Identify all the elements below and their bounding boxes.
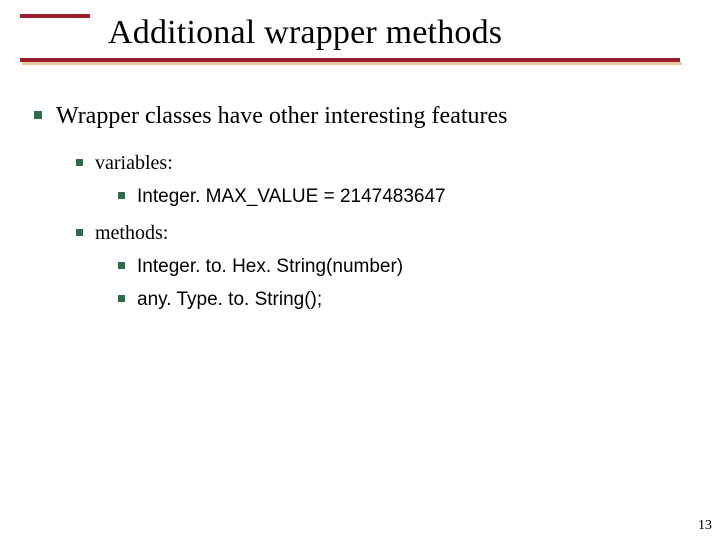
page-number: 13: [698, 518, 712, 534]
bullet-text: methods:: [95, 222, 168, 244]
title-underline-shadow: [22, 62, 682, 65]
bullet-level1: Wrapper classes have other interesting f…: [34, 100, 690, 132]
bullet-text: variables:: [95, 152, 173, 174]
bullet-level3: Integer. MAX_VALUE = 2147483647: [118, 183, 690, 210]
bullet-level3: any. Type. to. String();: [118, 286, 690, 313]
slide-body: Wrapper classes have other interesting f…: [34, 100, 690, 313]
slide-title: Additional wrapper methods: [108, 14, 502, 52]
accent-bar-top: [20, 14, 90, 18]
square-bullet-icon: [118, 295, 125, 302]
bullet-text: Integer. MAX_VALUE = 2147483647: [137, 186, 446, 207]
bullet-level3: Integer. to. Hex. String(number): [118, 253, 690, 280]
square-bullet-icon: [76, 159, 83, 166]
bullet-level2: variables:: [76, 150, 690, 177]
bullet-text: Wrapper classes have other interesting f…: [56, 103, 508, 129]
square-bullet-icon: [76, 229, 83, 236]
square-bullet-icon: [34, 111, 42, 119]
bullet-text: any. Type. to. String();: [137, 289, 322, 310]
bullet-text: Integer. to. Hex. String(number): [137, 256, 403, 277]
square-bullet-icon: [118, 262, 125, 269]
square-bullet-icon: [118, 192, 125, 199]
bullet-level2: methods:: [76, 220, 690, 247]
